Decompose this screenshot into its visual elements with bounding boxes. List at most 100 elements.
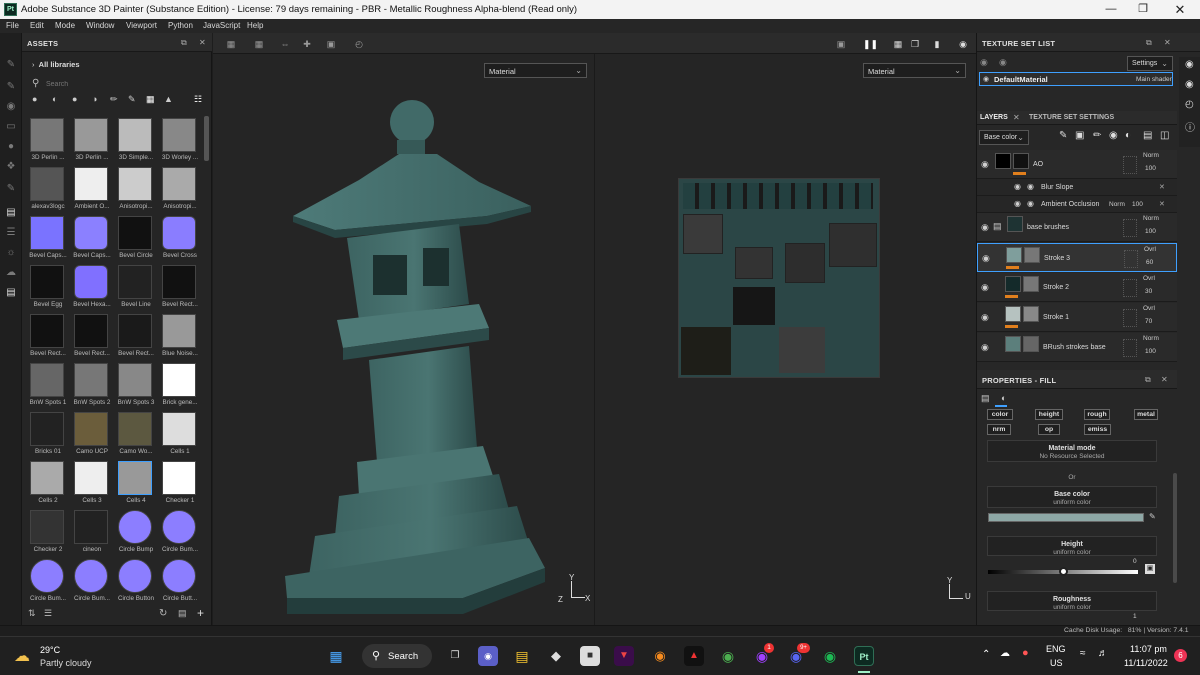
record-icon[interactable]: ▮ bbox=[931, 39, 943, 49]
asset-item[interactable]: Circle Bum... bbox=[70, 557, 114, 606]
delete-layer-icon[interactable]: ◫ bbox=[1160, 130, 1169, 141]
asset-item[interactable]: cineon bbox=[70, 508, 114, 557]
filter-smart-materials-icon[interactable]: ◐ bbox=[52, 94, 57, 104]
asset-search-input[interactable] bbox=[46, 78, 196, 90]
chrome-icon[interactable]: ◉ bbox=[718, 646, 738, 666]
folder-row[interactable]: ◉ ▤ base brushes Norm 100 bbox=[977, 213, 1177, 242]
eyedropper-icon[interactable]: ✎ bbox=[1149, 512, 1156, 521]
menu-mode[interactable]: Mode bbox=[55, 21, 75, 30]
float-panel-icon[interactable]: ⧉ bbox=[1146, 38, 1152, 48]
asset-item[interactable]: Cells 3 bbox=[70, 459, 114, 508]
layers-toggle-icon[interactable]: ☰ bbox=[5, 227, 17, 239]
eraser-icon[interactable]: ✎ bbox=[5, 81, 17, 93]
onedrive-icon[interactable]: ☁ bbox=[1000, 648, 1010, 659]
symmetry-icon[interactable]: ⇔ bbox=[279, 39, 291, 49]
asset-item[interactable]: Ambient O... bbox=[70, 165, 114, 214]
asset-item[interactable]: Checker 1 bbox=[158, 459, 202, 508]
asset-item[interactable]: Cells 1 bbox=[158, 410, 202, 459]
file-explorer-icon[interactable]: ▤ bbox=[512, 646, 532, 666]
notification-badge[interactable]: 6 bbox=[1174, 649, 1187, 662]
asset-item[interactable]: Bevel Rect... bbox=[70, 312, 114, 361]
clock-time[interactable]: 11:07 pm bbox=[1130, 644, 1167, 654]
asset-item[interactable]: Bevel Line bbox=[114, 263, 158, 312]
close-panel-icon[interactable]: ✕ bbox=[1164, 38, 1171, 47]
blend-mode[interactable]: Norm bbox=[1143, 335, 1159, 342]
solo-icon[interactable]: ◉ bbox=[999, 57, 1007, 68]
float-panel-icon[interactable]: ⧉ bbox=[1145, 375, 1151, 385]
remove-effect-icon[interactable]: ✕ bbox=[1159, 200, 1165, 208]
visibility-icon[interactable]: ◉ bbox=[980, 57, 988, 68]
float-panel-icon[interactable]: ⧉ bbox=[181, 38, 187, 48]
filter-textures-icon[interactable]: ● bbox=[72, 94, 77, 104]
chevron-up-icon[interactable]: ⌃ bbox=[982, 649, 990, 660]
asset-item[interactable]: 3D Perlin ... bbox=[26, 116, 70, 165]
asset-item[interactable]: BnW Spots 3 bbox=[114, 361, 158, 410]
assets-panel-icon[interactable]: ▤ bbox=[5, 207, 17, 219]
height-slider-knob[interactable] bbox=[1059, 567, 1068, 576]
premiere-icon[interactable]: ▼ bbox=[614, 646, 634, 666]
blend-mode[interactable]: Ovrl bbox=[1143, 305, 1155, 312]
roblox-icon[interactable]: ◆ bbox=[546, 646, 566, 666]
menu-viewport[interactable]: Viewport bbox=[126, 21, 157, 30]
wifi-icon[interactable]: ≈ bbox=[1080, 648, 1086, 659]
substance-painter-icon[interactable]: Pt bbox=[854, 646, 874, 666]
geometry-mask-icon[interactable]: ▭ bbox=[5, 121, 17, 133]
filter-list-icon[interactable]: ☰ bbox=[44, 608, 52, 619]
screenshot-icon[interactable]: ◉ bbox=[957, 39, 969, 49]
picker-icon[interactable]: ✎ bbox=[5, 183, 17, 195]
menu-javascript[interactable]: JavaScript bbox=[203, 21, 240, 30]
grid-layout-icon[interactable]: ▦ bbox=[225, 39, 237, 49]
asset-item[interactable]: Bevel Cross bbox=[158, 214, 202, 263]
asset-item[interactable]: Bevel Caps... bbox=[26, 214, 70, 263]
asset-item[interactable]: Anisotropi... bbox=[158, 165, 202, 214]
asset-item[interactable]: Camo UCP bbox=[70, 410, 114, 459]
info-icon[interactable]: ⓘ bbox=[1185, 119, 1195, 134]
blend-mode[interactable]: Norm bbox=[1109, 201, 1125, 208]
blend-mode[interactable]: Ovrl bbox=[1144, 246, 1156, 253]
region-label[interactable]: US bbox=[1050, 658, 1063, 668]
filter-materials-icon[interactable]: ● bbox=[32, 94, 37, 104]
channel-op-button[interactable]: op bbox=[1038, 424, 1060, 435]
view-cube-icon[interactable]: ❐ bbox=[909, 39, 921, 49]
start-icon[interactable]: ▦ bbox=[326, 646, 346, 666]
split-view-icon[interactable]: ▦ bbox=[253, 39, 265, 49]
close-window-icon[interactable]: ✕ bbox=[1168, 2, 1192, 17]
asset-item[interactable]: Brick gene... bbox=[158, 361, 202, 410]
eye-icon[interactable]: ◉ bbox=[981, 282, 989, 293]
minimize-icon[interactable]: — bbox=[1099, 2, 1123, 17]
eye-icon[interactable]: ◉ bbox=[982, 253, 990, 264]
language-label[interactable]: ENG bbox=[1046, 644, 1066, 654]
cursor-icon[interactable]: ✚ bbox=[301, 39, 313, 49]
weather-temp[interactable]: 29°C bbox=[40, 645, 60, 655]
asset-item[interactable]: BnW Spots 2 bbox=[70, 361, 114, 410]
layer-row[interactable]: ◉ BRush strokes base Norm 100 bbox=[977, 333, 1177, 362]
asset-item[interactable]: Anisotropi... bbox=[114, 165, 158, 214]
layer-opacity[interactable]: 100 bbox=[1145, 165, 1156, 172]
asset-item[interactable]: Circle Butt... bbox=[158, 557, 202, 606]
texture-set-row[interactable]: ◉ DefaultMaterial Main shader bbox=[979, 72, 1173, 86]
refresh-icon[interactable]: ↻ bbox=[159, 608, 167, 619]
asset-item[interactable]: Bevel Hexa... bbox=[70, 263, 114, 312]
random-seed-icon[interactable]: ▣ bbox=[1145, 564, 1155, 574]
clone-icon[interactable]: ❖ bbox=[5, 161, 17, 173]
layer-row[interactable]: ◉ AO Norm 100 bbox=[977, 150, 1177, 179]
blend-mode[interactable]: Norm bbox=[1143, 152, 1159, 159]
import-icon[interactable]: ▤ bbox=[178, 608, 187, 619]
add-fill-layer-icon[interactable]: ◉ bbox=[1109, 130, 1118, 141]
asset-item[interactable]: 3D Perlin ... bbox=[70, 116, 114, 165]
layer-row[interactable]: ◉ Stroke 1 Ovrl 70 bbox=[977, 303, 1177, 332]
asset-item[interactable]: 3D Simple... bbox=[114, 116, 158, 165]
layer-opacity[interactable]: 100 bbox=[1145, 228, 1156, 235]
channel-nrm-button[interactable]: nrm bbox=[987, 424, 1011, 435]
teams-icon[interactable]: ◉ bbox=[478, 646, 498, 666]
asset-item[interactable]: alexav3logc bbox=[26, 165, 70, 214]
asset-item[interactable]: Cells 2 bbox=[26, 459, 70, 508]
material-properties-icon[interactable]: ◐ bbox=[1001, 393, 1006, 403]
history-icon[interactable]: ◴ bbox=[1185, 99, 1194, 110]
iray-icon[interactable]: ▦ bbox=[889, 39, 907, 49]
asset-item[interactable]: Checker 2 bbox=[26, 508, 70, 557]
blender-icon[interactable]: ◉ bbox=[650, 646, 670, 666]
filter-procedurals-icon[interactable]: ▦ bbox=[146, 94, 155, 105]
log-icon[interactable]: ▤ bbox=[5, 287, 17, 299]
close-tab-icon[interactable]: ✕ bbox=[1013, 113, 1020, 122]
